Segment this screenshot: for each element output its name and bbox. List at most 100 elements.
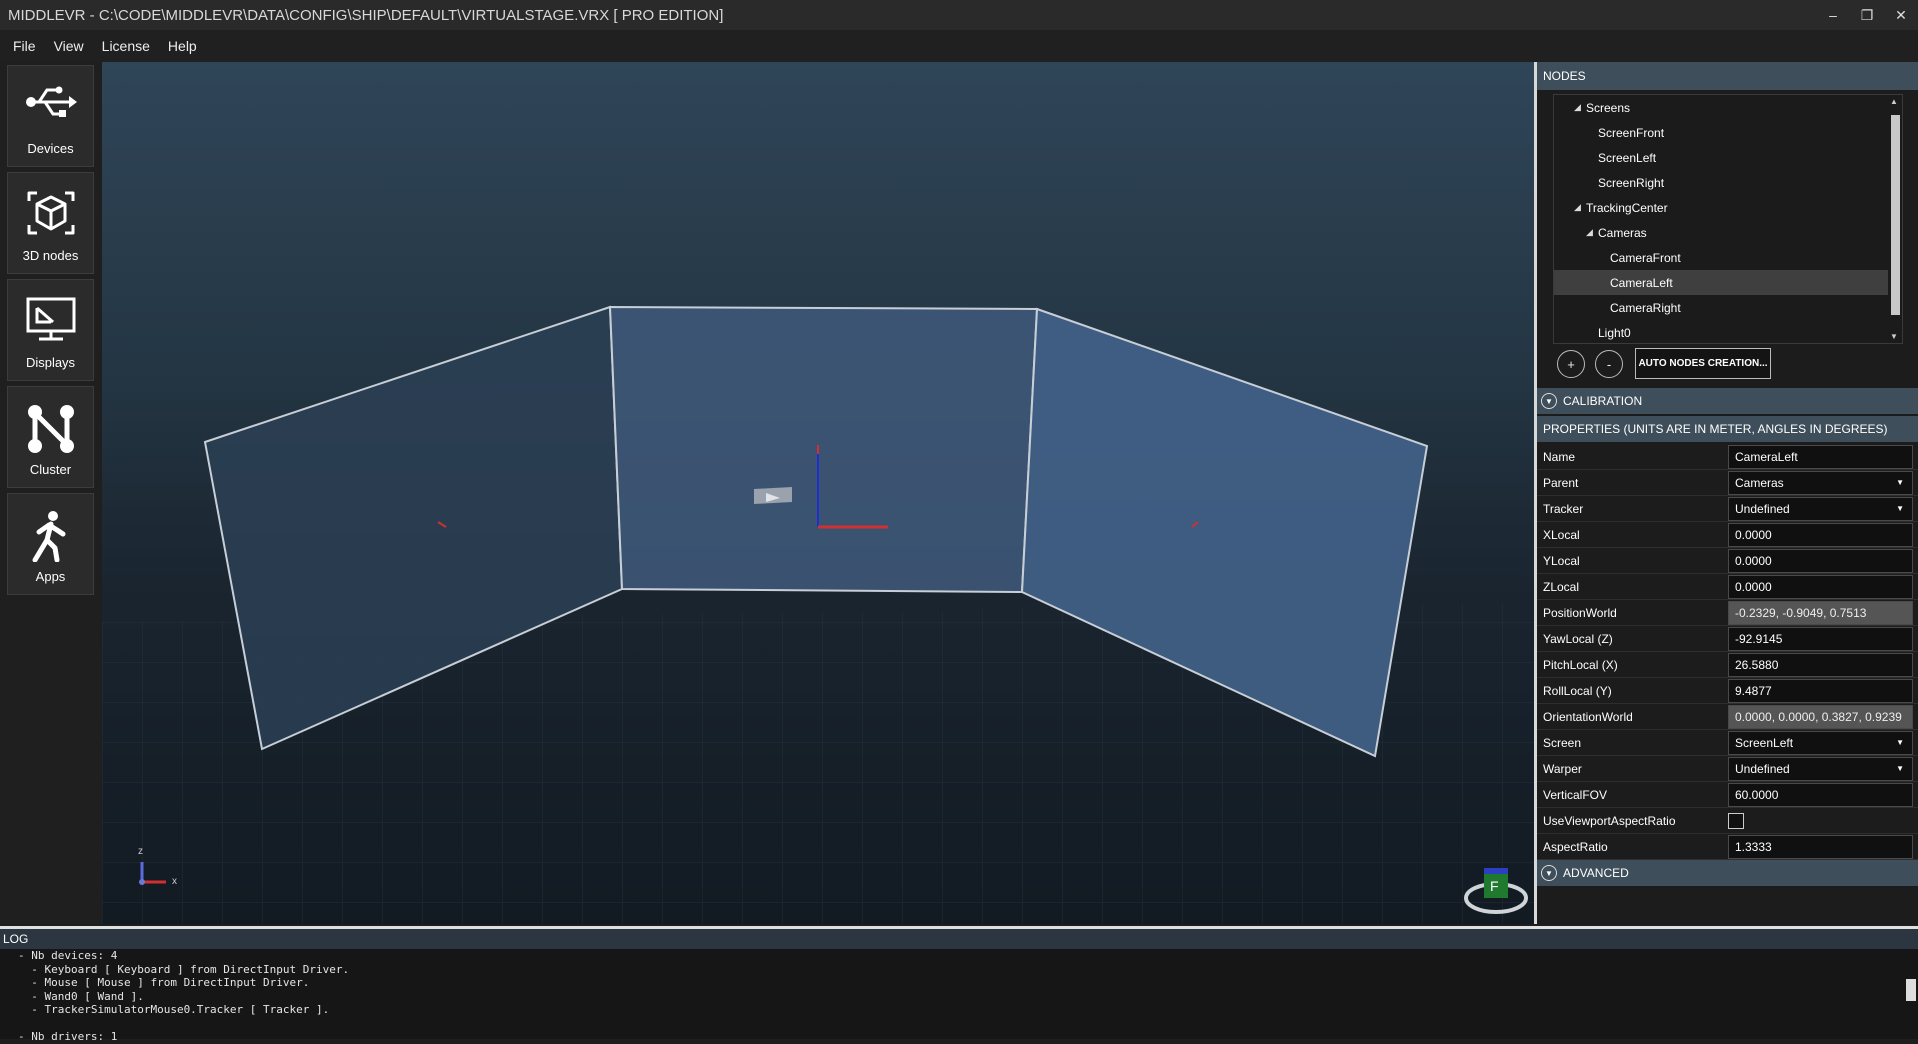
dropdown-arrow-icon: ▼ xyxy=(1896,764,1904,773)
log-text: - Nb devices: 4 - Keyboard [ Keyboard ] … xyxy=(18,949,350,1043)
close-button[interactable]: ✕ xyxy=(1884,0,1918,30)
menu-license[interactable]: License xyxy=(93,38,159,54)
expand-arrow-icon[interactable]: ◢ xyxy=(1574,202,1586,213)
menu-file[interactable]: File xyxy=(4,38,45,54)
chevron-down-icon: ▼ xyxy=(1541,393,1557,409)
log-scrollbar[interactable] xyxy=(1904,949,1918,1042)
tree-item-cameraright[interactable]: CameraRight xyxy=(1554,295,1902,320)
nodes-header: NODES xyxy=(1537,62,1918,90)
advanced-section[interactable]: ▼ ADVANCED xyxy=(1537,860,1918,886)
verticalfov-field[interactable]: 60.0000 xyxy=(1728,782,1913,807)
prop-row-zlocal: ZLocal 0.0000 xyxy=(1537,574,1918,600)
positionworld-field: -0.2329, -0.9049, 0.7513 xyxy=(1728,600,1913,625)
prop-row-xlocal: XLocal 0.0000 xyxy=(1537,522,1918,548)
zlocal-field[interactable]: 0.0000 xyxy=(1728,574,1913,599)
axis-x-label: x xyxy=(172,876,177,887)
calibration-section[interactable]: ▼ CALIBRATION xyxy=(1537,388,1918,414)
scroll-down-icon[interactable]: ▼ xyxy=(1890,332,1898,341)
sidebar-item-3d-nodes[interactable]: 3D nodes xyxy=(7,172,94,274)
chevron-down-icon: ▼ xyxy=(1541,865,1557,881)
prop-row-tracker: Tracker Undefined ▼ xyxy=(1537,496,1918,522)
tree-item-trackingcenter[interactable]: ◢ TrackingCenter xyxy=(1554,195,1902,220)
sidebar-item-label: Devices xyxy=(27,141,74,156)
tree-item-light0[interactable]: Light0 xyxy=(1554,320,1902,343)
expand-arrow-icon[interactable]: ◢ xyxy=(1574,102,1586,113)
xlocal-field[interactable]: 0.0000 xyxy=(1728,522,1913,547)
log-panel: LOG - Nb devices: 4 - Keyboard [ Keyboar… xyxy=(0,926,1918,1043)
name-field[interactable]: CameraLeft xyxy=(1728,444,1913,469)
prop-row-yawlocal: YawLocal (Z) -92.9145 xyxy=(1537,626,1918,652)
prop-row-useviewportaspectratio: UseViewportAspectRatio xyxy=(1537,808,1918,834)
prop-row-rolllocal: RollLocal (Y) 9.4877 xyxy=(1537,678,1918,704)
yawlocal-field[interactable]: -92.9145 xyxy=(1728,626,1913,651)
prop-row-positionworld: PositionWorld -0.2329, -0.9049, 0.7513 xyxy=(1537,600,1918,626)
screen-front-plane xyxy=(608,305,1039,594)
tree-scrollbar[interactable]: ▲ ▼ xyxy=(1888,95,1902,343)
prop-row-parent: Parent Cameras ▼ xyxy=(1537,470,1918,496)
tree-scroll-thumb[interactable] xyxy=(1891,115,1900,315)
cube-icon xyxy=(27,191,74,235)
cluster-icon xyxy=(27,405,74,453)
walking-person-icon xyxy=(32,511,65,562)
usb-icon xyxy=(25,86,77,117)
sidebar: Devices 3D nodes Displays Cluster Apps xyxy=(0,62,102,924)
prop-row-screen: Screen ScreenLeft ▼ xyxy=(1537,730,1918,756)
log-scroll-thumb[interactable] xyxy=(1906,979,1916,1001)
scene-canvas xyxy=(102,305,1534,924)
expand-arrow-icon[interactable]: ◢ xyxy=(1586,227,1598,238)
window-title: MIDDLEVR - C:\CODE\MIDDLEVR\DATA\CONFIG\… xyxy=(8,6,724,24)
nodes-tree[interactable]: ◢ Screens ScreenFront ScreenLeft ScreenRi… xyxy=(1553,94,1903,344)
auto-nodes-creation-button[interactable]: AUTO NODES CREATION... xyxy=(1635,348,1771,379)
prop-row-aspectratio: AspectRatio 1.3333 xyxy=(1537,834,1918,860)
useviewportaspectratio-checkbox[interactable] xyxy=(1728,812,1744,829)
ylocal-field[interactable]: 0.0000 xyxy=(1728,548,1913,573)
sidebar-item-displays[interactable]: Displays xyxy=(7,279,94,381)
tree-item-cameras[interactable]: ◢ Cameras xyxy=(1554,220,1902,245)
tree-item-cameraleft[interactable]: CameraLeft xyxy=(1554,270,1902,295)
tree-item-screenright[interactable]: ScreenRight xyxy=(1554,170,1902,195)
aspectratio-field[interactable]: 1.3333 xyxy=(1728,834,1913,859)
menu-view[interactable]: View xyxy=(45,38,93,54)
tracker-dropdown[interactable]: Undefined ▼ xyxy=(1728,496,1913,521)
restore-button[interactable]: ❐ xyxy=(1850,0,1884,30)
pitchlocal-field[interactable]: 26.5880 xyxy=(1728,652,1913,677)
add-node-button[interactable]: + xyxy=(1557,350,1585,378)
tree-item-screenfront[interactable]: ScreenFront xyxy=(1554,120,1902,145)
sidebar-item-apps[interactable]: Apps xyxy=(7,493,94,595)
sidebar-item-label: Cluster xyxy=(29,462,72,477)
sidebar-item-label: 3D nodes xyxy=(22,248,79,263)
remove-node-button[interactable]: - xyxy=(1595,350,1623,378)
right-panel: NODES ◢ Screens ScreenFront ScreenLeft Sc… xyxy=(1534,62,1918,924)
scroll-up-icon[interactable]: ▲ xyxy=(1890,97,1898,106)
log-header: LOG xyxy=(0,929,1918,949)
prop-row-verticalfov: VerticalFOV 60.0000 xyxy=(1537,782,1918,808)
screen-dropdown[interactable]: ScreenLeft ▼ xyxy=(1728,730,1913,755)
tree-item-screenleft[interactable]: ScreenLeft xyxy=(1554,145,1902,170)
rolllocal-field[interactable]: 9.4877 xyxy=(1728,678,1913,703)
dropdown-arrow-icon: ▼ xyxy=(1896,738,1904,747)
dropdown-arrow-icon: ▼ xyxy=(1896,504,1904,513)
dropdown-arrow-icon: ▼ xyxy=(1896,478,1904,487)
minimize-button[interactable]: – xyxy=(1816,0,1850,30)
sidebar-item-cluster[interactable]: Cluster xyxy=(7,386,94,488)
title-bar: MIDDLEVR - C:\CODE\MIDDLEVR\DATA\CONFIG\… xyxy=(0,0,1918,30)
menu-help[interactable]: Help xyxy=(159,38,206,54)
warper-dropdown[interactable]: Undefined ▼ xyxy=(1728,756,1913,781)
tree-item-camerafront[interactable]: CameraFront xyxy=(1554,245,1902,270)
sidebar-item-label: Apps xyxy=(35,569,66,584)
prop-row-name: Name CameraLeft xyxy=(1537,444,1918,470)
tree-item-screens[interactable]: ◢ Screens xyxy=(1554,95,1902,120)
prop-row-orientationworld: OrientationWorld 0.0000, 0.0000, 0.3827, … xyxy=(1537,704,1918,730)
properties-grid: Name CameraLeft Parent Cameras ▼ Tracker Und… xyxy=(1537,444,1918,860)
gizmo-label: F xyxy=(1490,878,1499,894)
sidebar-item-devices[interactable]: Devices xyxy=(7,65,94,167)
3d-viewport[interactable]: z x F xyxy=(102,62,1534,924)
orientationworld-field: 0.0000, 0.0000, 0.3827, 0.9239 xyxy=(1728,704,1913,729)
parent-dropdown[interactable]: Cameras ▼ xyxy=(1728,470,1913,495)
axis-z-label: z xyxy=(138,846,143,857)
prop-row-pitchlocal: PitchLocal (X) 26.5880 xyxy=(1537,652,1918,678)
prop-row-warper: Warper Undefined ▼ xyxy=(1537,756,1918,782)
properties-header: PROPERTIES (UNITS ARE IN METER, ANGLES I… xyxy=(1537,416,1918,442)
window-controls: – ❐ ✕ xyxy=(1816,0,1918,30)
sidebar-item-label: Displays xyxy=(25,355,76,370)
